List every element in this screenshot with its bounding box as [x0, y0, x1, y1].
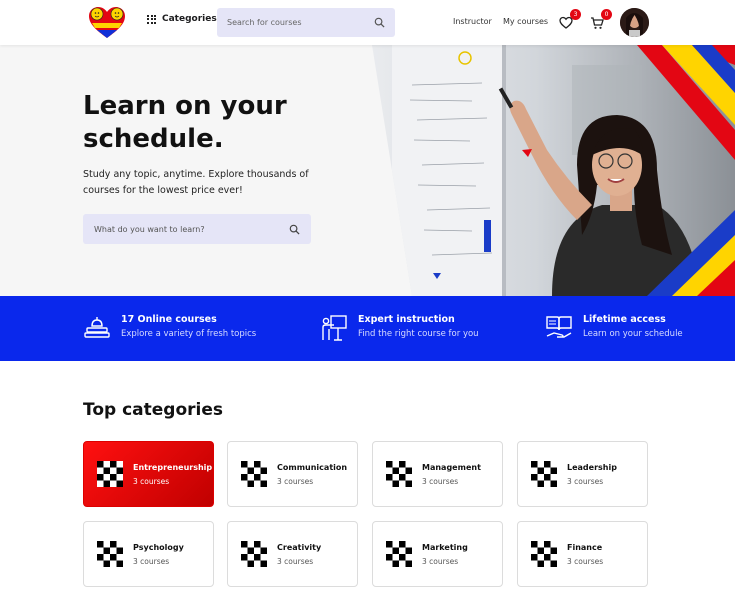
feature-title: Lifetime access	[583, 314, 666, 325]
my-courses-link[interactable]: My courses	[503, 17, 548, 26]
category-card-finance[interactable]: Finance 3 courses	[517, 521, 648, 587]
category-count: 3 courses	[567, 556, 604, 566]
cart-badge: 0	[601, 9, 612, 20]
checker-icon	[531, 541, 557, 567]
category-count: 3 courses	[277, 476, 314, 486]
category-count: 3 courses	[133, 476, 170, 486]
category-count: 3 courses	[422, 476, 459, 486]
category-card-leadership[interactable]: Leadership 3 courses	[517, 441, 648, 507]
features-strip: 17 Online courses Explore a variety of f…	[0, 296, 735, 361]
feature-title: 17 Online courses	[121, 314, 217, 325]
hero-search-input[interactable]: What do you want to learn?	[83, 214, 311, 244]
category-name: Management	[422, 462, 481, 472]
hero-search-placeholder: What do you want to learn?	[94, 224, 205, 234]
checker-icon	[241, 461, 267, 487]
hero-photo	[372, 45, 735, 296]
category-card-psychology[interactable]: Psychology 3 courses	[83, 521, 214, 587]
feature-lifetime-access: Lifetime access Learn on your schedule	[545, 314, 683, 342]
feature-subtitle: Learn on your schedule	[583, 329, 683, 339]
site-logo[interactable]	[88, 6, 126, 40]
book-hand-icon	[546, 316, 572, 338]
category-card-marketing[interactable]: Marketing 3 courses	[372, 521, 503, 587]
hero-title: Learn on your schedule.	[83, 91, 287, 154]
checker-icon	[241, 541, 267, 567]
category-card-creativity[interactable]: Creativity 3 courses	[227, 521, 358, 587]
online-courses-icon	[84, 317, 110, 338]
categories-label: Categories	[162, 14, 217, 24]
feature-subtitle: Find the right course for you	[358, 329, 479, 339]
instructor-icon	[322, 315, 347, 341]
avatar-image	[620, 8, 649, 37]
category-name: Communication	[277, 462, 348, 472]
category-name: Psychology	[133, 542, 184, 552]
user-avatar[interactable]	[620, 8, 649, 37]
category-name: Finance	[567, 542, 603, 552]
category-card-entrepreneurship[interactable]: Entrepreneurship 3 courses	[83, 441, 214, 507]
checker-icon	[386, 541, 412, 567]
feature-online-courses: 17 Online courses Explore a variety of f…	[83, 314, 256, 342]
checker-icon	[531, 461, 557, 487]
section-title: Top categories	[83, 400, 224, 420]
header-search-input[interactable]: Search for courses	[217, 8, 395, 37]
category-count: 3 courses	[567, 476, 604, 486]
grid-icon	[147, 14, 156, 24]
top-header: Categories Search for courses Instructor…	[0, 0, 735, 45]
search-icon[interactable]	[374, 17, 385, 28]
checker-icon	[386, 461, 412, 487]
category-card-management[interactable]: Management 3 courses	[372, 441, 503, 507]
wishlist-badge: 3	[570, 9, 581, 20]
search-icon[interactable]	[289, 224, 300, 235]
checker-icon	[97, 541, 123, 567]
hero-subtitle: Study any topic, anytime. Explore thousa…	[83, 169, 309, 196]
category-name: Creativity	[277, 542, 322, 552]
instructor-link[interactable]: Instructor	[453, 17, 492, 26]
cart-button[interactable]: 0	[590, 9, 612, 29]
categories-menu[interactable]: Categories	[147, 14, 217, 24]
wishlist-button[interactable]: 3	[559, 9, 581, 29]
hero-section: Learn on your schedule. Study any topic,…	[0, 45, 735, 296]
category-name: Marketing	[422, 542, 468, 552]
category-card-communication[interactable]: Communication 3 courses	[227, 441, 358, 507]
category-count: 3 courses	[133, 556, 170, 566]
feature-title: Expert instruction	[358, 314, 455, 325]
category-count: 3 courses	[422, 556, 459, 566]
feature-subtitle: Explore a variety of fresh topics	[121, 329, 257, 339]
checker-icon	[97, 461, 123, 487]
feature-expert-instruction: Expert instruction Find the right course…	[320, 314, 479, 342]
category-name: Leadership	[567, 462, 617, 472]
category-count: 3 courses	[277, 556, 314, 566]
category-name: Entrepreneurship	[133, 462, 213, 472]
search-placeholder: Search for courses	[227, 18, 302, 27]
